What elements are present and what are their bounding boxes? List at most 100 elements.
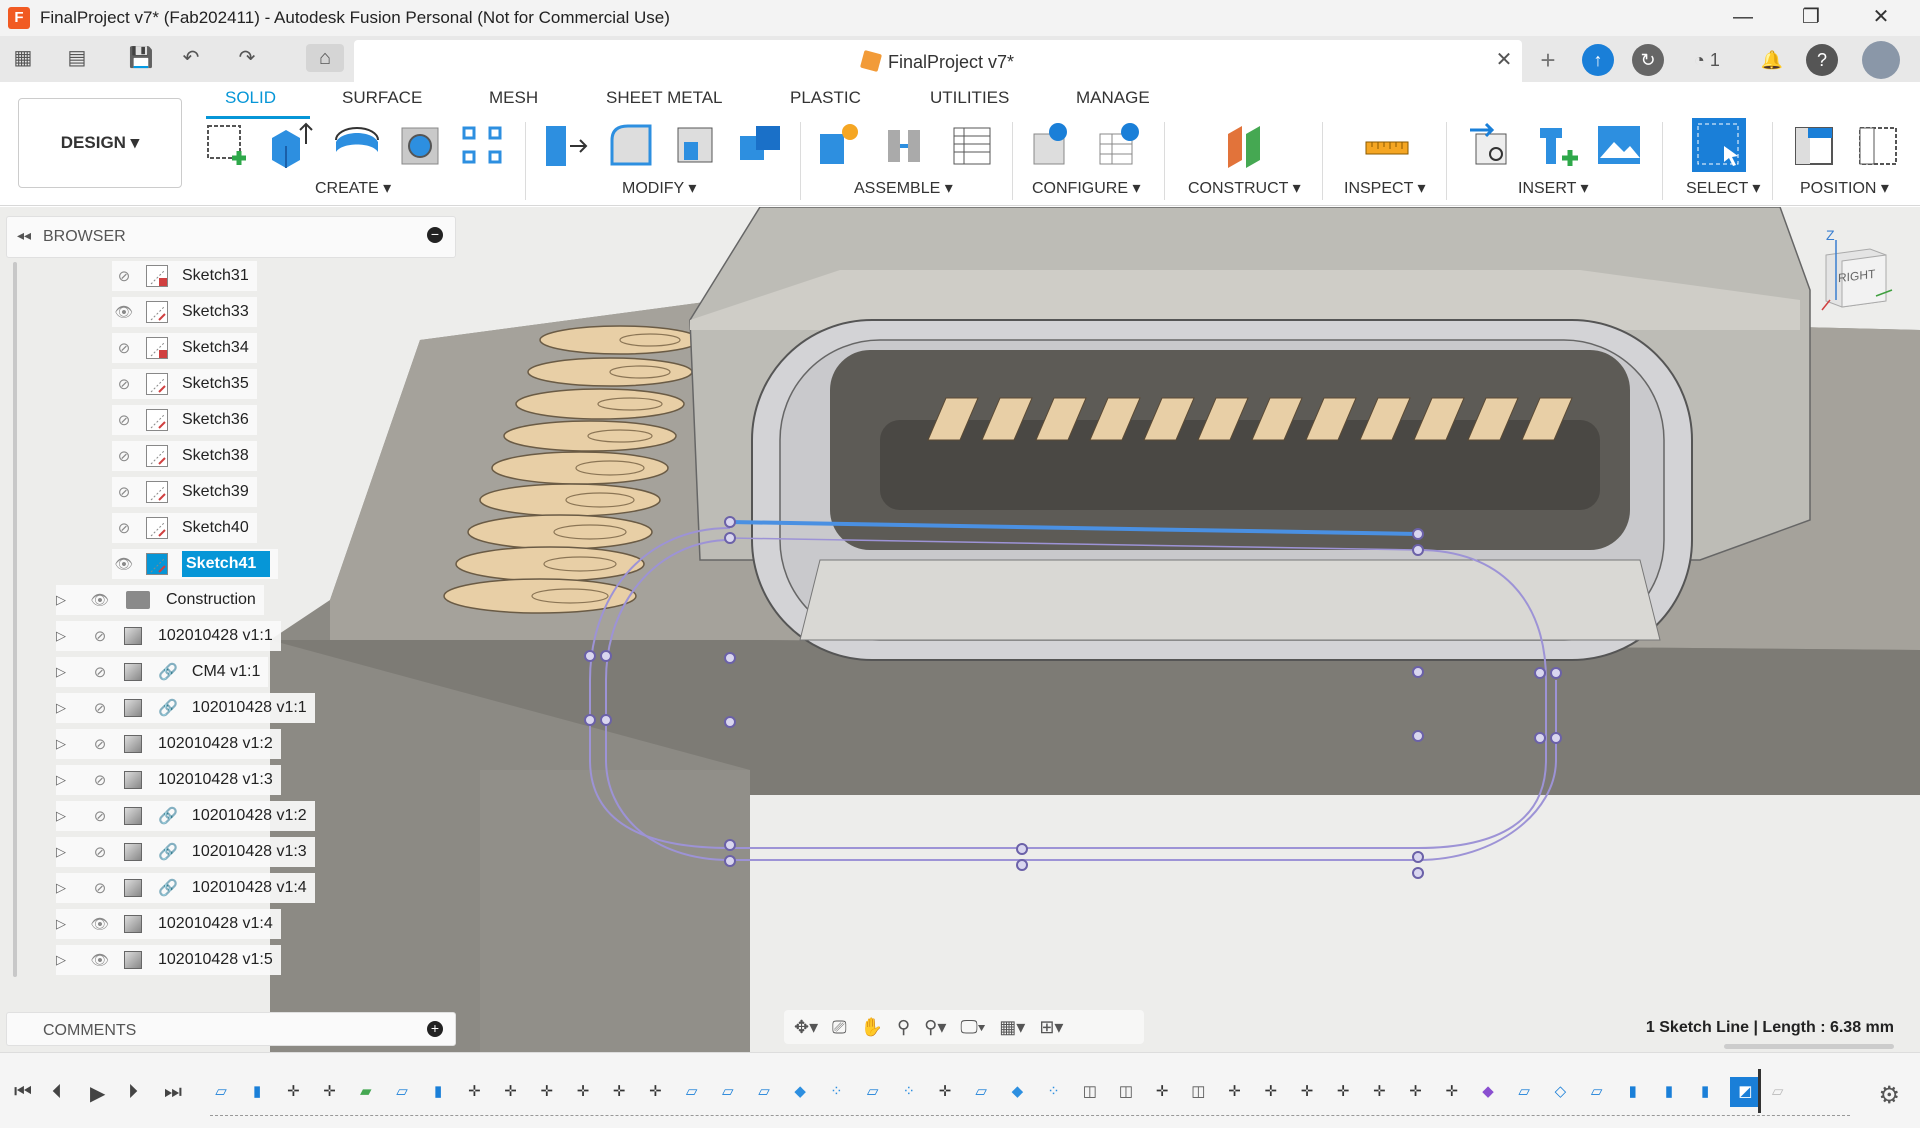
eye-hidden-icon[interactable]: ⊘ xyxy=(112,519,136,537)
new-tab-icon[interactable]: + xyxy=(1532,44,1564,76)
browser-sketch-row[interactable]: ⊘ Sketch31 xyxy=(112,261,257,291)
timeline-feature-icon[interactable]: ✛ xyxy=(319,1081,341,1103)
maximize-button[interactable]: ❐ xyxy=(1782,0,1840,36)
eye-hidden-icon[interactable]: ⊘ xyxy=(88,735,112,753)
browser-component-row[interactable]: ▷ ⊘ 102010428 v1:1 xyxy=(56,621,281,651)
create-sketch-icon[interactable] xyxy=(202,120,252,170)
eye-icon[interactable]: 👁 xyxy=(88,591,112,609)
eye-hidden-icon[interactable]: ⊘ xyxy=(88,627,112,645)
orbit-icon[interactable]: ✥▾ xyxy=(794,1017,818,1038)
notifications-bell-icon[interactable]: 🔔 xyxy=(1756,44,1788,76)
timeline-feature-icon[interactable]: ◫ xyxy=(1115,1081,1137,1103)
document-tab[interactable]: FinalProject v7* ✕ xyxy=(354,40,1522,82)
modify-menu[interactable]: MODIFY ▾ xyxy=(622,178,696,198)
expand-icon[interactable]: ▷ xyxy=(56,736,74,752)
eye-hidden-icon[interactable]: ⊘ xyxy=(112,375,136,393)
timeline-feature-icon[interactable]: ▮ xyxy=(1694,1081,1716,1103)
timeline-feature-icon[interactable]: ✛ xyxy=(282,1081,304,1103)
eye-hidden-icon[interactable]: ⊘ xyxy=(88,663,112,681)
tab-plastic[interactable]: PLASTIC xyxy=(790,88,861,108)
expand-icon[interactable]: ▷ xyxy=(56,628,74,644)
eye-icon[interactable]: 👁 xyxy=(112,303,136,321)
browser-component-row[interactable]: ▷ ⊘ 102010428 v1:2 xyxy=(56,729,281,759)
timeline-feature-icon[interactable]: ✛ xyxy=(644,1081,666,1103)
shell-icon[interactable] xyxy=(670,120,720,170)
press-pull-icon[interactable] xyxy=(540,120,590,170)
timeline-feature-icon[interactable]: ✛ xyxy=(1151,1081,1173,1103)
comments-panel-header[interactable]: COMMENTS + xyxy=(6,1012,456,1046)
select-menu[interactable]: SELECT ▾ xyxy=(1686,178,1760,198)
upload-icon[interactable]: ↑ xyxy=(1582,44,1614,76)
offset-plane-icon[interactable] xyxy=(1222,120,1272,170)
grid-settings-icon[interactable]: ▦▾ xyxy=(999,1017,1025,1038)
revert-position-icon[interactable] xyxy=(1854,120,1904,170)
timeline-feature-icon[interactable]: ✛ xyxy=(608,1081,630,1103)
timeline-feature-icon[interactable]: ◇ xyxy=(1549,1081,1571,1103)
bill-of-materials-icon[interactable] xyxy=(946,120,996,170)
browser-component-row[interactable]: ▷ 👁 102010428 v1:4 xyxy=(56,909,281,939)
timeline-feature-icon[interactable]: ▱ xyxy=(862,1081,884,1103)
eye-hidden-icon[interactable]: ⊘ xyxy=(88,843,112,861)
step-forward-icon[interactable]: ⏵ xyxy=(128,1081,138,1104)
hole-icon[interactable] xyxy=(396,120,446,170)
timeline-feature-icon[interactable]: ✛ xyxy=(934,1081,956,1103)
collapse-browser-icon[interactable]: ◂◂ xyxy=(17,227,31,244)
tab-utilities[interactable]: UTILITIES xyxy=(930,88,1009,108)
browser-folder-row[interactable]: ▷ 👁 Construction xyxy=(56,585,264,615)
revolve-icon[interactable] xyxy=(332,120,382,170)
minimize-button[interactable]: — xyxy=(1714,0,1772,36)
timeline-feature-icon[interactable]: ⁘ xyxy=(898,1081,920,1103)
close-window-button[interactable]: ✕ xyxy=(1852,0,1910,36)
timeline-feature-icon[interactable]: ✛ xyxy=(1260,1081,1282,1103)
go-to-start-icon[interactable]: ⏮ xyxy=(14,1081,32,1104)
viewports-icon[interactable]: ⊞▾ xyxy=(1039,1017,1063,1038)
timeline-feature-icon[interactable]: ◆ xyxy=(789,1081,811,1103)
browser-component-row[interactable]: ▷ ⊘ 🔗 102010428 v1:1 xyxy=(56,693,315,723)
save-icon[interactable]: 💾 xyxy=(126,44,156,72)
measure-icon[interactable] xyxy=(1362,120,1412,170)
timeline-feature-icon[interactable]: ▮ xyxy=(427,1081,449,1103)
insert-canvas-icon[interactable] xyxy=(1594,120,1644,170)
app-grid-icon[interactable]: ▦ xyxy=(8,44,38,72)
go-to-end-icon[interactable]: ⏭ xyxy=(164,1081,182,1104)
timeline-feature-icon[interactable]: ▮ xyxy=(246,1081,268,1103)
browser-component-row[interactable]: ▷ ⊘ 🔗 102010428 v1:4 xyxy=(56,873,315,903)
timeline-feature-icon[interactable]: ▱ xyxy=(1586,1081,1608,1103)
expand-icon[interactable]: ▷ xyxy=(56,916,74,932)
expand-icon[interactable]: ▷ xyxy=(56,844,74,860)
sync-icon[interactable]: ↻ xyxy=(1632,44,1664,76)
step-back-icon[interactable]: ⏴ xyxy=(52,1081,62,1104)
browser-component-row[interactable]: ▷ ⊘ 🔗 CM4 v1:1 xyxy=(56,657,269,687)
status-scrollbar[interactable] xyxy=(1724,1044,1894,1049)
timeline-feature-icon[interactable]: ✛ xyxy=(1224,1081,1246,1103)
timeline-feature-icon[interactable]: ◆ xyxy=(1477,1081,1499,1103)
combine-icon[interactable] xyxy=(736,120,786,170)
timeline-feature-icon[interactable]: ◩ xyxy=(1730,1077,1761,1107)
browser-options-icon[interactable]: − xyxy=(427,227,443,243)
timeline-feature-icon[interactable]: ▱ xyxy=(1513,1081,1535,1103)
expand-icon[interactable]: ▷ xyxy=(56,808,74,824)
expand-icon[interactable]: ▷ xyxy=(56,772,74,788)
configuration-table-icon[interactable] xyxy=(1094,120,1144,170)
browser-sketch-row[interactable]: 👁 Sketch41 xyxy=(112,549,279,579)
timeline-feature-icon[interactable]: ✛ xyxy=(1368,1081,1390,1103)
close-tab-button[interactable]: ✕ xyxy=(1492,48,1516,72)
expand-icon[interactable]: ▷ xyxy=(56,592,74,608)
insert-menu[interactable]: INSERT ▾ xyxy=(1518,178,1589,198)
timeline-feature-icon[interactable]: ✛ xyxy=(1296,1081,1318,1103)
timeline-feature-icon[interactable]: ▱ xyxy=(717,1081,739,1103)
browser-sketch-row[interactable]: 👁 Sketch33 xyxy=(112,297,257,327)
timeline-feature-icon[interactable]: ◫ xyxy=(1079,1081,1101,1103)
browser-sketch-row[interactable]: ⊘ Sketch40 xyxy=(112,513,257,543)
assemble-menu[interactable]: ASSEMBLE ▾ xyxy=(854,178,953,198)
expand-icon[interactable]: ▷ xyxy=(56,952,74,968)
zoom-icon[interactable]: ⚲ xyxy=(897,1017,910,1038)
timeline-feature-icon[interactable]: ✛ xyxy=(500,1081,522,1103)
construct-menu[interactable]: CONSTRUCT ▾ xyxy=(1188,178,1301,198)
eye-hidden-icon[interactable]: ⊘ xyxy=(88,879,112,897)
eye-hidden-icon[interactable]: ⊘ xyxy=(88,771,112,789)
3d-viewport[interactable]: Z RIGHT xyxy=(0,207,1920,1052)
eye-hidden-icon[interactable]: ⊘ xyxy=(112,411,136,429)
timeline-feature-icon[interactable]: ◫ xyxy=(1187,1081,1209,1103)
timeline-feature-icon[interactable]: ✛ xyxy=(1332,1081,1354,1103)
